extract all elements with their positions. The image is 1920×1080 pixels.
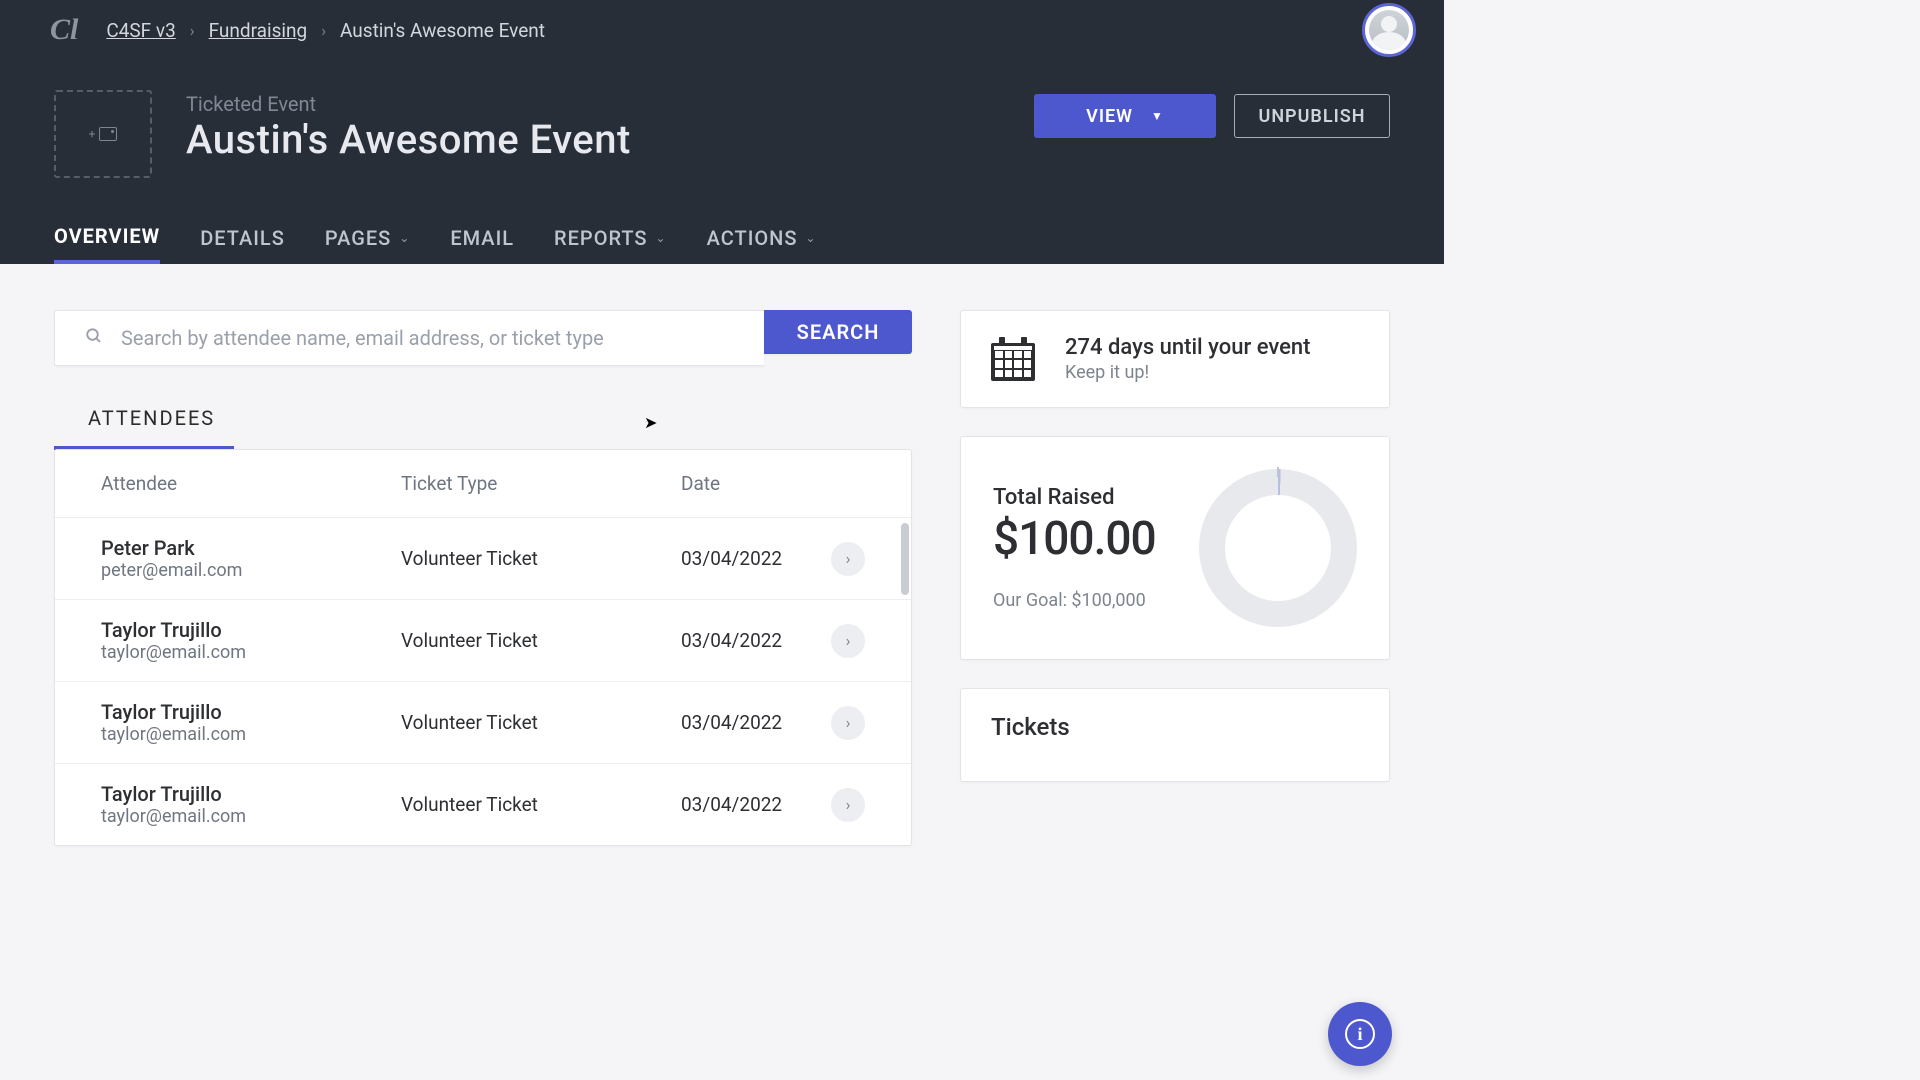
- attendee-date: 03/04/2022: [681, 711, 831, 734]
- chevron-right-icon: ›: [846, 795, 851, 814]
- view-button[interactable]: VIEW ▼: [1034, 94, 1216, 138]
- attendee-email: taylor@email.com: [101, 724, 401, 745]
- row-open-button[interactable]: ›: [831, 542, 865, 576]
- chevron-down-icon: ⌄: [399, 231, 410, 245]
- view-button-label: VIEW: [1086, 106, 1133, 127]
- attendee-email: peter@email.com: [101, 560, 401, 581]
- progress-donut: [1199, 469, 1357, 627]
- attendee-date: 03/04/2022: [681, 629, 831, 652]
- breadcrumb-section[interactable]: Fundraising: [209, 19, 308, 42]
- search-icon: [85, 327, 103, 350]
- tab-reports[interactable]: REPORTS ⌄: [554, 218, 667, 264]
- plus-icon: +: [89, 127, 96, 141]
- attendee-name: Taylor Trujillo: [101, 618, 401, 642]
- row-open-button[interactable]: ›: [831, 706, 865, 740]
- tab-actions[interactable]: ACTIONS ⌄: [707, 218, 817, 264]
- total-raised-title: Total Raised: [993, 485, 1156, 510]
- help-button[interactable]: i: [1328, 1002, 1392, 1066]
- table-row[interactable]: Taylor Trujillo taylor@email.com Volunte…: [55, 763, 911, 845]
- info-icon: i: [1345, 1019, 1375, 1049]
- total-raised-card: Total Raised $100.00 Our Goal: $100,000: [960, 436, 1390, 660]
- chevron-right-icon: ›: [846, 549, 851, 568]
- tickets-card: Tickets: [960, 688, 1390, 782]
- add-image-placeholder[interactable]: +: [54, 90, 152, 178]
- scrollbar-thumb[interactable]: [901, 523, 909, 595]
- attendee-ticket: Volunteer Ticket: [401, 629, 681, 652]
- col-date: Date: [681, 472, 831, 495]
- topbar: Cl C4SF v3 › Fundraising › Austin's Awes…: [0, 0, 1444, 60]
- search-button[interactable]: SEARCH: [764, 310, 912, 354]
- chevron-down-icon: ⌄: [656, 231, 667, 245]
- unpublish-button-label: UNPUBLISH: [1259, 106, 1366, 127]
- logo: Cl: [50, 13, 78, 47]
- tab-email[interactable]: EMAIL: [450, 218, 514, 264]
- row-open-button[interactable]: ›: [831, 624, 865, 658]
- tab-actions-label: ACTIONS: [707, 226, 798, 250]
- image-icon: [99, 127, 117, 141]
- chevron-right-icon: ›: [846, 713, 851, 732]
- attendee-ticket: Volunteer Ticket: [401, 711, 681, 734]
- countdown-headline: 274 days until your event: [1065, 335, 1310, 360]
- chevron-right-icon: ›: [321, 21, 326, 40]
- tabs: OVERVIEW DETAILS PAGES ⌄ EMAIL REPORTS ⌄…: [54, 218, 1390, 264]
- attendee-email: taylor@email.com: [101, 806, 401, 827]
- col-attendee: Attendee: [101, 472, 401, 495]
- event-type-label: Ticketed Event: [186, 92, 631, 116]
- attendee-email: taylor@email.com: [101, 642, 401, 663]
- chevron-right-icon: ›: [190, 21, 195, 40]
- tab-pages-label: PAGES: [325, 226, 391, 250]
- tab-pages[interactable]: PAGES ⌄: [325, 218, 411, 264]
- table-row[interactable]: Taylor Trujillo taylor@email.com Volunte…: [55, 599, 911, 681]
- profile-avatar[interactable]: [1362, 3, 1416, 57]
- attendee-name: Taylor Trujillo: [101, 700, 401, 724]
- breadcrumb: C4SF v3 › Fundraising › Austin's Awesome…: [106, 19, 545, 42]
- tab-overview[interactable]: OVERVIEW: [54, 218, 160, 264]
- attendee-date: 03/04/2022: [681, 793, 831, 816]
- calendar-icon: [991, 337, 1035, 381]
- chevron-right-icon: ›: [846, 631, 851, 650]
- countdown-card: 274 days until your event Keep it up!: [960, 310, 1390, 408]
- tab-reports-label: REPORTS: [554, 226, 648, 250]
- user-icon: [1369, 10, 1409, 50]
- attendees-table: Attendee Ticket Type Date Peter Park pet…: [54, 449, 912, 846]
- col-ticket-type: Ticket Type: [401, 472, 681, 495]
- attendee-date: 03/04/2022: [681, 547, 831, 570]
- countdown-subtext: Keep it up!: [1065, 362, 1310, 383]
- hero: + Ticketed Event Austin's Awesome Event …: [0, 60, 1444, 264]
- table-row[interactable]: Taylor Trujillo taylor@email.com Volunte…: [55, 681, 911, 763]
- breadcrumb-root[interactable]: C4SF v3: [106, 19, 175, 42]
- search-box[interactable]: [54, 310, 764, 366]
- row-open-button[interactable]: ›: [831, 788, 865, 822]
- attendee-ticket: Volunteer Ticket: [401, 547, 681, 570]
- attendee-name: Taylor Trujillo: [101, 782, 401, 806]
- total-raised-amount: $100.00: [993, 512, 1156, 566]
- unpublish-button[interactable]: UNPUBLISH: [1234, 94, 1390, 138]
- breadcrumb-current: Austin's Awesome Event: [340, 19, 545, 42]
- goal-text: Our Goal: $100,000: [993, 590, 1156, 611]
- caret-down-icon: ▼: [1151, 109, 1164, 123]
- tab-details[interactable]: DETAILS: [200, 218, 285, 264]
- tickets-title: Tickets: [991, 713, 1359, 741]
- attendee-name: Peter Park: [101, 536, 401, 560]
- attendee-ticket: Volunteer Ticket: [401, 793, 681, 816]
- table-row[interactable]: Peter Park peter@email.com Volunteer Tic…: [55, 517, 911, 599]
- chevron-down-icon: ⌄: [805, 231, 816, 245]
- attendees-tab[interactable]: ATTENDEES: [54, 406, 215, 446]
- search-input[interactable]: [121, 326, 746, 350]
- page-title: Austin's Awesome Event: [186, 116, 631, 163]
